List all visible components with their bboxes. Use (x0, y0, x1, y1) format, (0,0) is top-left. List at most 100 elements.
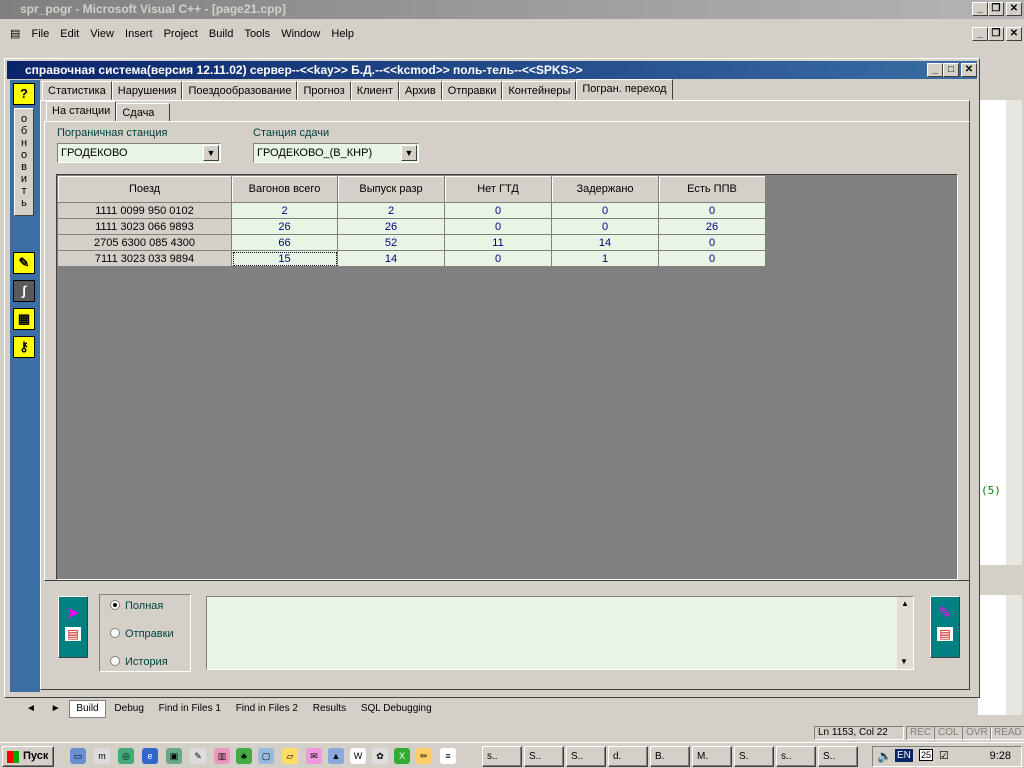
output-tab-sql-debugging[interactable]: SQL Debugging (355, 701, 438, 717)
release-cell[interactable]: 26 (337, 218, 445, 235)
refresh-button[interactable]: о б н о в и т ь (14, 108, 34, 216)
msdn-icon[interactable]: m (94, 748, 110, 764)
ide-output-pane[interactable] (978, 595, 1006, 715)
tab-violations[interactable]: Нарушения (111, 81, 183, 100)
output-tab-debug[interactable]: Debug (108, 701, 149, 717)
ide-maximize-button[interactable]: ❐ (988, 2, 1004, 16)
doc-minimize-button[interactable]: _ (972, 27, 988, 41)
tab-archive[interactable]: Архив (398, 81, 442, 100)
train-cell[interactable]: 1111 0099 950 0102 (57, 202, 232, 219)
word-icon[interactable]: W (350, 748, 366, 764)
menu-file[interactable]: File (31, 28, 49, 40)
tab-statistics[interactable]: Статистика (42, 81, 112, 100)
detained-cell[interactable]: 1 (551, 250, 659, 267)
ppv-cell[interactable]: 0 (658, 250, 766, 267)
pencil-icon[interactable]: ✎ (13, 252, 35, 274)
menu-edit[interactable]: Edit (60, 28, 79, 40)
memo-textarea[interactable]: ▲ ▼ (206, 596, 914, 670)
task-button[interactable]: S.. (818, 746, 858, 767)
pencil-icon[interactable]: ✏ (416, 748, 432, 764)
notes-icon[interactable]: ✎ (190, 748, 206, 764)
table-row[interactable]: 1111 0099 950 0102 2 2 0 0 0 (57, 202, 766, 219)
release-cell[interactable]: 14 (337, 250, 445, 267)
app-close-button[interactable]: ✕ (961, 63, 977, 77)
ppv-cell[interactable]: 0 (658, 234, 766, 251)
tab-handover[interactable]: Сдача (116, 103, 171, 122)
menu-insert[interactable]: Insert (125, 28, 153, 40)
tab-border-crossing[interactable]: Погран. переход (576, 79, 673, 100)
table-row[interactable]: 1111 3023 066 9893 26 26 0 0 26 (57, 218, 766, 235)
app-maximize-button[interactable]: □ (943, 63, 959, 77)
detained-cell[interactable]: 14 (551, 234, 659, 251)
table-row[interactable]: 2705 6300 085 4300 66 52 11 14 0 (57, 234, 766, 251)
tab-shipments[interactable]: Отправки (441, 81, 503, 100)
task-button[interactable]: s.. (776, 746, 816, 767)
app-minimize-button[interactable]: _ (927, 63, 943, 77)
report-button[interactable]: ✎ ▤ (930, 596, 960, 658)
wagons-cell[interactable]: 2 (231, 202, 338, 219)
tab-at-station[interactable]: На станции (46, 101, 117, 122)
col-no-gtd[interactable]: Нет ГТД (444, 175, 552, 203)
printer-icon[interactable]: ▦ (13, 308, 35, 330)
wagons-cell[interactable]: 66 (231, 234, 338, 251)
task-button[interactable]: S.. (524, 746, 564, 767)
menu-tools[interactable]: Tools (244, 28, 270, 40)
radio-shipments[interactable]: Отправки (110, 628, 174, 640)
tab-forecast[interactable]: Прогноз (297, 81, 351, 100)
train-cell[interactable]: 2705 6300 085 4300 (57, 234, 232, 251)
task-button[interactable]: M. (692, 746, 732, 767)
menu-view[interactable]: View (90, 28, 114, 40)
train-cell[interactable]: 1111 3023 066 9893 (57, 218, 232, 235)
calendar-badge[interactable]: 25 (919, 749, 934, 761)
export-button[interactable]: ➤ ▤ (58, 596, 88, 658)
tool-icon[interactable]: ▥ (214, 748, 230, 764)
ide-code-editor[interactable]: (5) (978, 100, 1006, 565)
tab-train-formation[interactable]: Поездообразование (182, 81, 298, 100)
table-row[interactable]: 7111 3023 033 9894 15 14 0 1 0 (57, 250, 766, 267)
detained-cell[interactable]: 0 (551, 202, 659, 219)
release-cell[interactable]: 52 (337, 234, 445, 251)
output-tab-build[interactable]: Build (69, 700, 106, 718)
task-button[interactable]: s.. (482, 746, 522, 767)
excel-icon[interactable]: X (394, 748, 410, 764)
wagons-cell[interactable]: 26 (231, 218, 338, 235)
plant-icon[interactable]: ✿ (372, 748, 388, 764)
wagons-cell[interactable]: 15 (231, 250, 338, 267)
col-detained[interactable]: Задержано (551, 175, 659, 203)
task-button[interactable]: B. (650, 746, 690, 767)
task-button[interactable]: S.. (566, 746, 606, 767)
ppv-cell[interactable]: 0 (658, 202, 766, 219)
no-gtd-cell[interactable]: 0 (444, 202, 552, 219)
ie-icon[interactable]: e (142, 748, 158, 764)
task-button[interactable]: S. (734, 746, 774, 767)
key-icon[interactable]: ⚷ (13, 336, 35, 358)
help-button[interactable]: ? (13, 83, 35, 105)
monitor-icon[interactable]: ▢ (258, 748, 274, 764)
memo-scrollbar[interactable]: ▲ ▼ (897, 597, 913, 669)
radio-full[interactable]: Полная (110, 600, 163, 612)
curve-icon[interactable]: ∫ (13, 280, 35, 302)
desktop-icon[interactable]: ▭ (70, 748, 86, 764)
menu-project[interactable]: Project (164, 28, 198, 40)
output-tab-results[interactable]: Results (307, 701, 352, 717)
code-vertical-scrollbar[interactable] (1006, 100, 1022, 565)
ide-minimize-button[interactable]: _ (972, 2, 988, 16)
output-tab-find2[interactable]: Find in Files 2 (230, 701, 304, 717)
no-gtd-cell[interactable]: 0 (444, 218, 552, 235)
chevron-down-icon[interactable]: ▼ (401, 145, 417, 161)
handover-station-select[interactable]: ГРОДЕКОВО_(В_КНР) ▼ (253, 143, 419, 163)
task-button[interactable]: d. (608, 746, 648, 767)
menu-help[interactable]: Help (331, 28, 354, 40)
scroll-right-icon[interactable]: ► (45, 701, 67, 717)
tree-icon[interactable]: ♣ (236, 748, 252, 764)
doc-restore-button[interactable]: ❐ (988, 27, 1004, 41)
network-icon[interactable]: ◎ (118, 748, 134, 764)
menu-window[interactable]: Window (281, 28, 320, 40)
col-has-ppv[interactable]: Есть ППВ (658, 175, 766, 203)
border-station-select[interactable]: ГРОДЕКОВО ▼ (57, 143, 221, 163)
scroll-up-icon[interactable]: ▲ (897, 597, 913, 611)
start-button[interactable]: Пуск (2, 746, 54, 767)
checklist-icon[interactable]: ☑ (939, 749, 949, 762)
col-wagons-total[interactable]: Вагонов всего (231, 175, 338, 203)
ppv-cell[interactable]: 26 (658, 218, 766, 235)
